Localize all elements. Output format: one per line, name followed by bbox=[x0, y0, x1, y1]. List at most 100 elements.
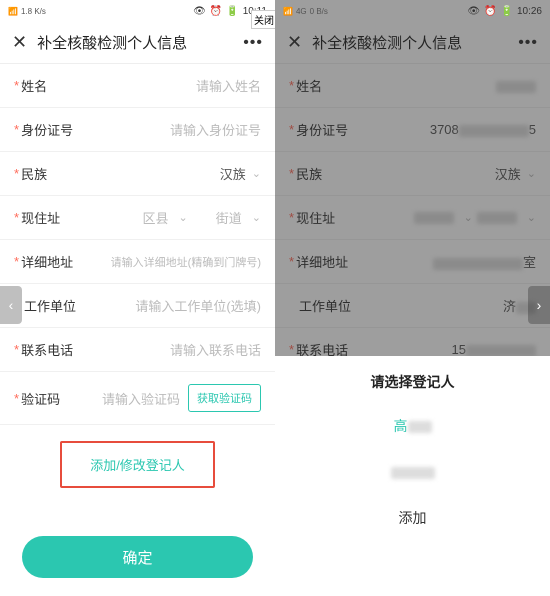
net-speed: 0 B/s bbox=[310, 7, 328, 16]
required-mark: * bbox=[14, 78, 19, 93]
row-id[interactable]: * 身份证号 37085 bbox=[275, 108, 550, 152]
label-id: 身份证号 bbox=[296, 120, 348, 139]
input-detail: 室 bbox=[348, 252, 536, 271]
chevron-right-icon: › bbox=[537, 297, 542, 313]
signal-icon: 📶 bbox=[8, 7, 18, 16]
row-work[interactable]: 工作单位 济 bbox=[275, 284, 550, 328]
label-detail: 详细地址 bbox=[21, 252, 73, 271]
row-id[interactable]: * 身份证号 请输入身份证号 bbox=[0, 108, 275, 152]
row-work[interactable]: 工作单位 请输入工作单位(选填) bbox=[0, 284, 275, 328]
get-code-button[interactable]: 获取验证码 bbox=[188, 384, 261, 412]
screen-right: 📶 4G 0 B/s 👁 ⏰ 🔋 10:26 ✕ 补全核酸检测个人信息 ••• … bbox=[275, 0, 550, 596]
more-icon[interactable]: ••• bbox=[518, 34, 538, 52]
add-edit-link-wrap: 添加/修改登记人 bbox=[0, 441, 275, 488]
battery-icon: 🔋 bbox=[226, 6, 238, 17]
input-work: 济 bbox=[351, 296, 536, 315]
chevron-down-icon: ⌄ bbox=[179, 211, 188, 224]
close-tag[interactable]: 关闭 bbox=[251, 10, 275, 29]
net-speed: 1.8 K/s bbox=[21, 7, 46, 16]
label-name: 姓名 bbox=[21, 76, 47, 95]
form: * 姓名 请输入姓名 * 身份证号 请输入身份证号 * 民族 汉族 ⌄ * 现住… bbox=[0, 64, 275, 488]
select-district[interactable] bbox=[414, 212, 454, 224]
chevron-down-icon: ⌄ bbox=[527, 211, 536, 224]
row-ethnic[interactable]: * 民族 汉族 ⌄ bbox=[0, 152, 275, 196]
label-name: 姓名 bbox=[296, 76, 322, 95]
required-mark: * bbox=[14, 122, 19, 137]
alarm-icon: ⏰ bbox=[484, 6, 496, 17]
label-detail: 详细地址 bbox=[296, 252, 348, 271]
sheet-item-1[interactable]: 高 bbox=[275, 402, 550, 450]
chevron-down-icon: ⌄ bbox=[527, 167, 536, 180]
close-icon[interactable]: ✕ bbox=[12, 32, 27, 53]
select-ethnic[interactable]: 汉族 bbox=[322, 164, 521, 183]
page-title: 补全核酸检测个人信息 bbox=[312, 32, 518, 53]
required-mark: * bbox=[289, 342, 294, 357]
row-addr[interactable]: * 现住址 ⌄ ⌄ bbox=[275, 196, 550, 240]
row-addr[interactable]: * 现住址 区县 ⌄ 街道 ⌄ bbox=[0, 196, 275, 240]
chevron-down-icon: ⌄ bbox=[464, 211, 473, 224]
row-name[interactable]: * 姓名 请输入姓名 bbox=[0, 64, 275, 108]
sheet-title: 请选择登记人 bbox=[275, 356, 550, 402]
label-work: 工作单位 bbox=[24, 296, 76, 315]
form: * 姓名 * 身份证号 37085 * 民族 汉族 ⌄ * 现住址 ⌄ ⌄ bbox=[275, 64, 550, 372]
submit-button[interactable]: 确定 bbox=[22, 536, 253, 578]
label-id: 身份证号 bbox=[21, 120, 73, 139]
input-phone[interactable]: 请输入联系电话 bbox=[73, 340, 261, 359]
required-mark: * bbox=[14, 210, 19, 225]
clock-time: 10:26 bbox=[517, 6, 542, 17]
input-code[interactable]: 请输入验证码 bbox=[60, 389, 180, 408]
select-street[interactable] bbox=[477, 212, 517, 224]
label-code: 验证码 bbox=[21, 389, 60, 408]
label-addr: 现住址 bbox=[21, 208, 60, 227]
net-label: 4G bbox=[296, 7, 307, 16]
row-phone[interactable]: * 联系电话 请输入联系电话 bbox=[0, 328, 275, 372]
select-ethnic[interactable]: 汉族 bbox=[47, 164, 246, 183]
page-title: 补全核酸检测个人信息 bbox=[37, 32, 243, 53]
required-mark: * bbox=[289, 78, 294, 93]
chevron-left-icon: ‹ bbox=[9, 297, 14, 313]
carousel-next-button[interactable]: › bbox=[528, 286, 550, 324]
chevron-down-icon: ⌄ bbox=[252, 167, 261, 180]
row-detail[interactable]: * 详细地址 室 bbox=[275, 240, 550, 284]
carousel-prev-button[interactable]: ‹ bbox=[0, 286, 22, 324]
required-mark: * bbox=[14, 342, 19, 357]
label-phone: 联系电话 bbox=[21, 340, 73, 359]
select-person-sheet: 请选择登记人 高 添加 bbox=[275, 356, 550, 596]
add-edit-link[interactable]: 添加/修改登记人 bbox=[76, 449, 199, 480]
statusbar: 📶 4G 0 B/s 👁 ⏰ 🔋 10:26 bbox=[275, 0, 550, 22]
screen-left: 📶 1.8 K/s 👁 ⏰ 🔋 10:11 关闭 ✕ 补全核酸检测个人信息 ••… bbox=[0, 0, 275, 596]
input-work[interactable]: 请输入工作单位(选填) bbox=[76, 296, 261, 315]
required-mark: * bbox=[289, 166, 294, 181]
more-icon[interactable]: ••• bbox=[243, 34, 263, 52]
signal-icon: 📶 bbox=[283, 7, 293, 16]
input-id[interactable]: 请输入身份证号 bbox=[73, 120, 261, 139]
row-ethnic[interactable]: * 民族 汉族 ⌄ bbox=[275, 152, 550, 196]
required-mark: * bbox=[14, 391, 19, 406]
input-detail[interactable]: 请输入详细地址(精确到门牌号) bbox=[73, 254, 261, 270]
label-ethnic: 民族 bbox=[296, 164, 322, 183]
label-ethnic: 民族 bbox=[21, 164, 47, 183]
required-mark: * bbox=[14, 166, 19, 181]
close-icon[interactable]: ✕ bbox=[287, 32, 302, 53]
select-street[interactable]: 街道 bbox=[216, 208, 242, 227]
input-name bbox=[322, 78, 536, 93]
required-mark: * bbox=[289, 210, 294, 225]
sheet-item-add[interactable]: 添加 bbox=[275, 494, 550, 542]
row-code[interactable]: * 验证码 请输入验证码 获取验证码 bbox=[0, 372, 275, 425]
row-detail[interactable]: * 详细地址 请输入详细地址(精确到门牌号) bbox=[0, 240, 275, 284]
input-name[interactable]: 请输入姓名 bbox=[47, 76, 261, 95]
eye-icon: 👁 bbox=[193, 6, 206, 17]
input-id: 37085 bbox=[348, 122, 536, 137]
required-mark: * bbox=[14, 254, 19, 269]
statusbar: 📶 1.8 K/s 👁 ⏰ 🔋 10:11 bbox=[0, 0, 275, 22]
required-mark: * bbox=[289, 254, 294, 269]
sheet-item-2[interactable] bbox=[275, 450, 550, 494]
input-phone: 15 bbox=[348, 342, 536, 357]
highlight-box: 添加/修改登记人 bbox=[60, 441, 215, 488]
alarm-icon: ⏰ bbox=[210, 6, 222, 17]
row-name[interactable]: * 姓名 bbox=[275, 64, 550, 108]
select-district[interactable]: 区县 bbox=[143, 208, 169, 227]
battery-icon: 🔋 bbox=[501, 6, 513, 17]
eye-icon: 👁 bbox=[467, 6, 480, 17]
label-work: 工作单位 bbox=[299, 296, 351, 315]
